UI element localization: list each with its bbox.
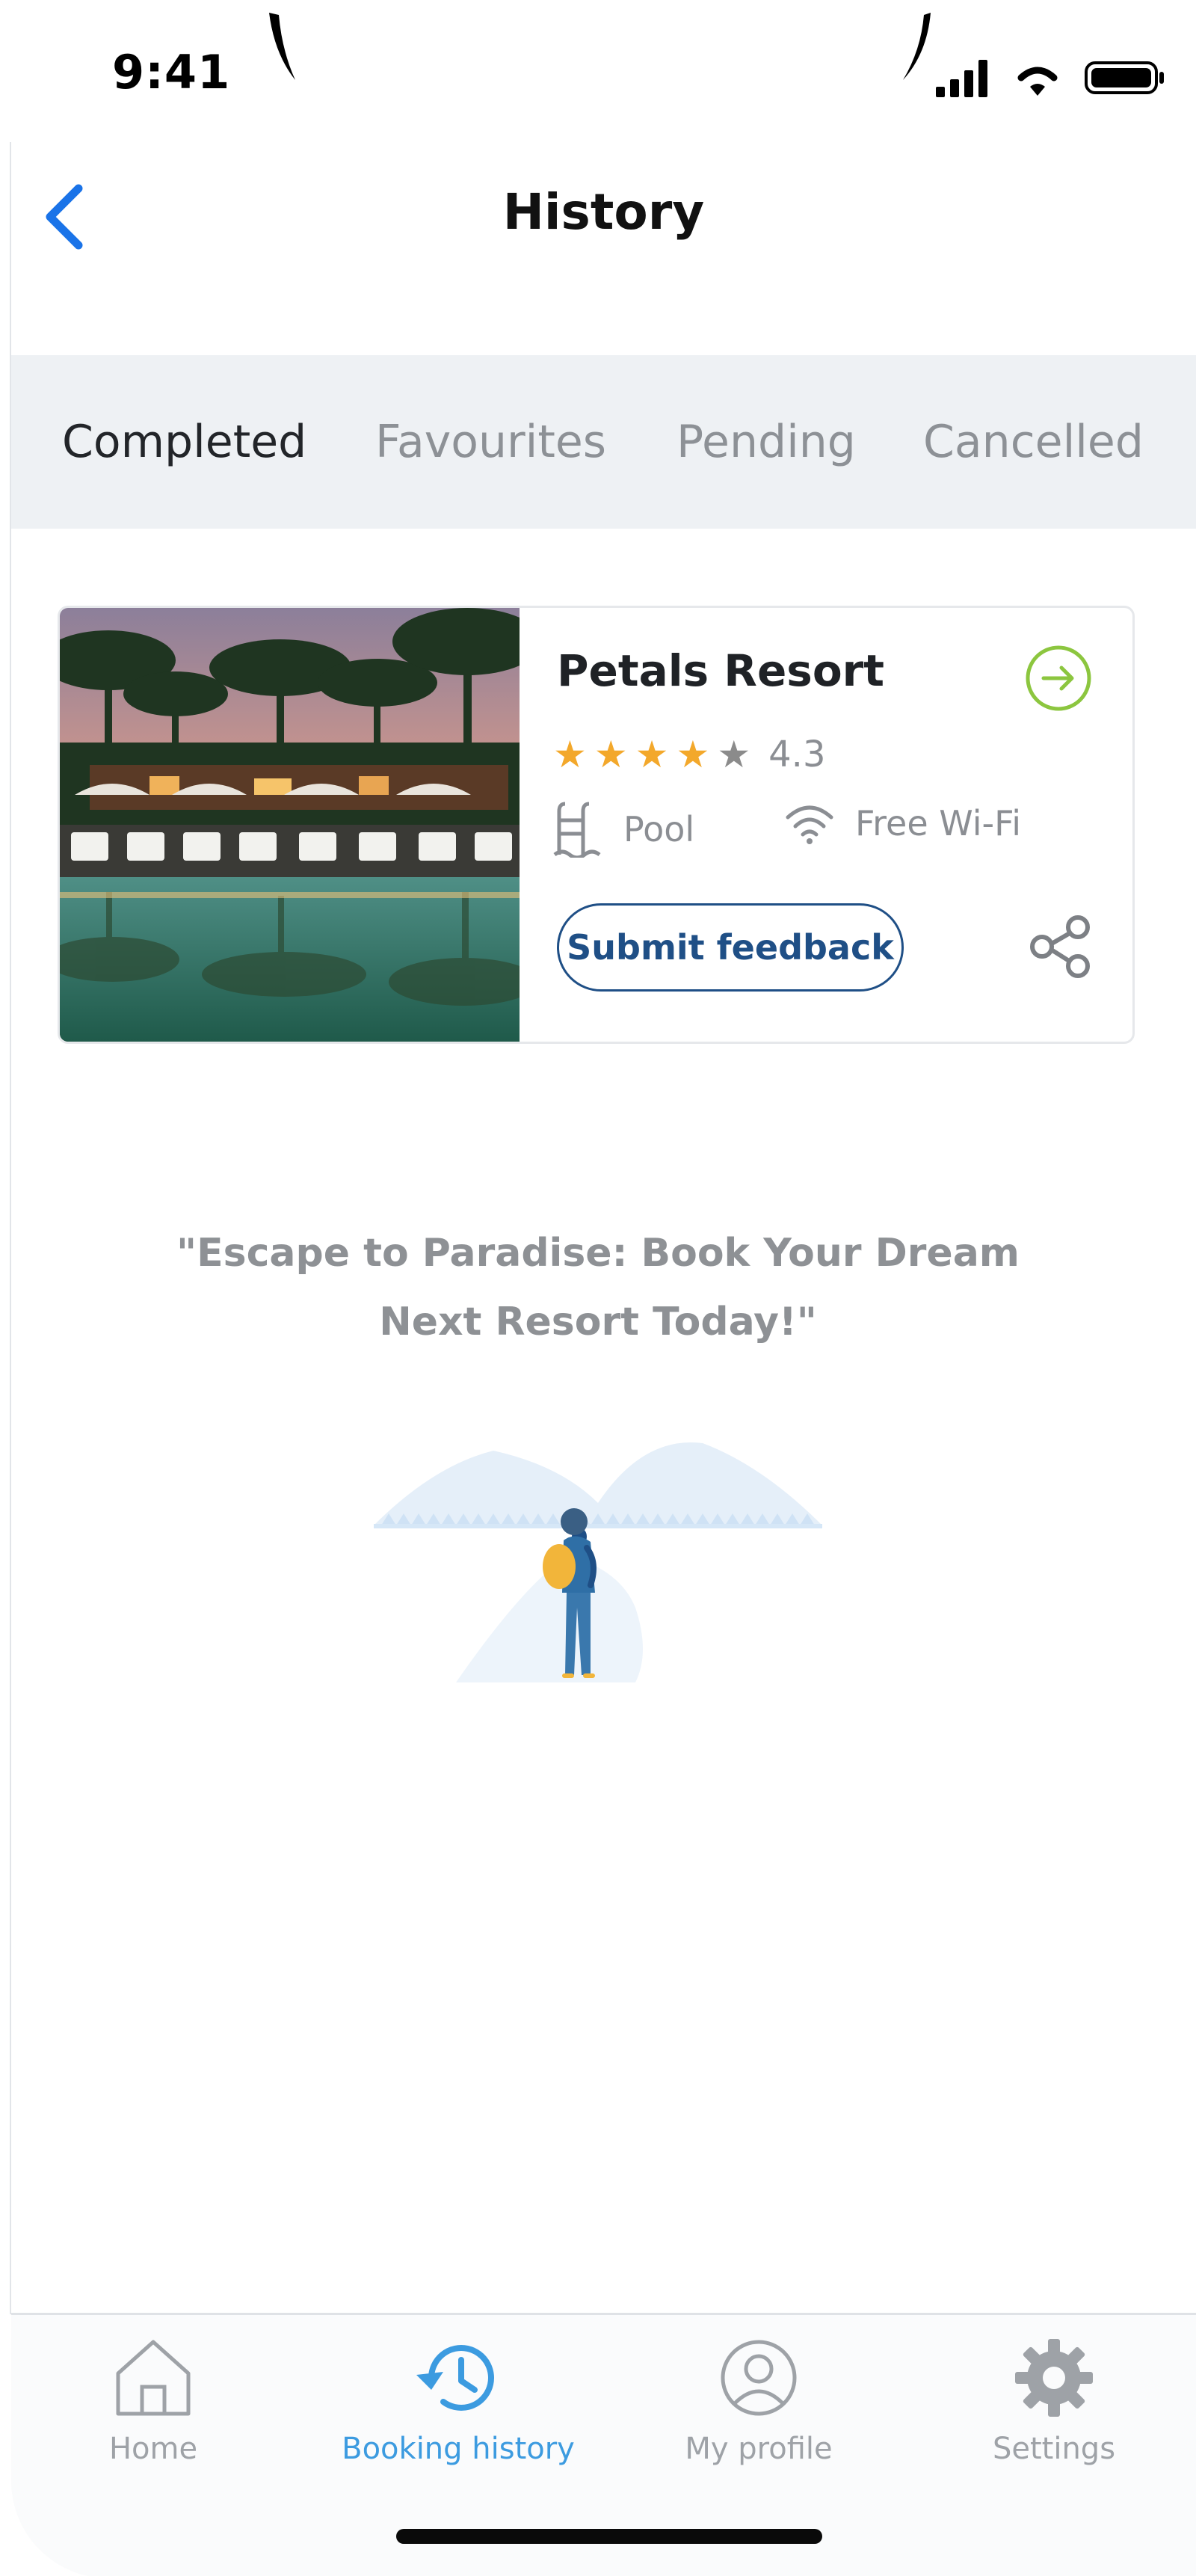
arrow-right-circle-icon	[1026, 645, 1091, 711]
status-time: 9:41	[112, 45, 231, 99]
promo-line: "Escape to Paradise: Book Your Dream	[176, 1231, 1020, 1276]
share-icon	[1030, 915, 1090, 978]
tab-cancelled[interactable]: Cancelled	[923, 355, 1144, 529]
gear-icon	[1015, 2339, 1093, 2417]
wifi-icon	[786, 805, 833, 844]
camera-notch-icon	[903, 13, 931, 80]
tab-completed[interactable]: Completed	[62, 355, 306, 529]
pool-ladder-icon	[553, 802, 601, 858]
star-icon: ★	[594, 733, 628, 776]
page-title: History	[502, 183, 705, 241]
nav-label: Settings	[992, 2432, 1116, 2466]
home-indicator	[396, 2529, 822, 2544]
status-bar: 9:41	[0, 0, 1196, 142]
nav-label: Booking history	[342, 2432, 575, 2466]
app-screen: 9:41 History Completed Favourites Pendin…	[0, 0, 1196, 2576]
profile-icon	[721, 2340, 797, 2416]
promo-message: "Escape to Paradise: Book Your Dream Nex…	[150, 1219, 1046, 1356]
tab-pending[interactable]: Pending	[676, 355, 856, 529]
wifi-icon	[1017, 67, 1058, 96]
open-booking-button[interactable]	[1024, 644, 1093, 713]
nav-home[interactable]: Home	[26, 2337, 280, 2466]
history-tabs: Completed Favourites Pending Cancelled	[11, 355, 1196, 529]
signal-icon	[936, 60, 987, 97]
navigation-header: History	[11, 142, 1196, 355]
nav-booking-history[interactable]: Booking history	[331, 2337, 585, 2466]
traveler-illustration	[374, 1442, 822, 1682]
nav-settings[interactable]: Settings	[927, 2337, 1181, 2466]
booking-card[interactable]: Petals Resort ★ ★ ★ ★ ★ 4.3 Pool Free Wi…	[58, 606, 1135, 1044]
promo-line: Next Resort Today!"	[379, 1300, 817, 1344]
status-icons	[934, 58, 1166, 97]
resort-name: Petals Resort	[557, 645, 885, 696]
share-button[interactable]	[1024, 911, 1096, 983]
star-icon: ★	[676, 733, 710, 776]
amenity-pool: Pool	[553, 801, 694, 858]
star-icon: ★	[553, 733, 587, 776]
amenity-label: Free Wi-Fi	[855, 803, 1021, 843]
submit-feedback-button[interactable]: Submit feedback	[557, 903, 904, 992]
nav-label: Home	[108, 2432, 198, 2466]
battery-icon	[1085, 61, 1164, 94]
rating: ★ ★ ★ ★ ★ 4.3	[553, 734, 825, 775]
home-icon	[116, 2340, 191, 2416]
camera-notch-icon	[269, 13, 295, 80]
history-icon	[416, 2345, 494, 2411]
star-icon: ★	[635, 733, 669, 776]
amenity-label: Pool	[623, 809, 695, 849]
rating-value: 4.3	[768, 734, 826, 775]
tab-favourites[interactable]: Favourites	[375, 355, 606, 529]
amenity-wifi: Free Wi-Fi	[785, 801, 1021, 846]
nav-my-profile[interactable]: My profile	[632, 2337, 886, 2466]
resort-photo	[60, 608, 520, 1042]
nav-label: My profile	[685, 2432, 833, 2466]
star-icon: ★	[717, 733, 751, 776]
